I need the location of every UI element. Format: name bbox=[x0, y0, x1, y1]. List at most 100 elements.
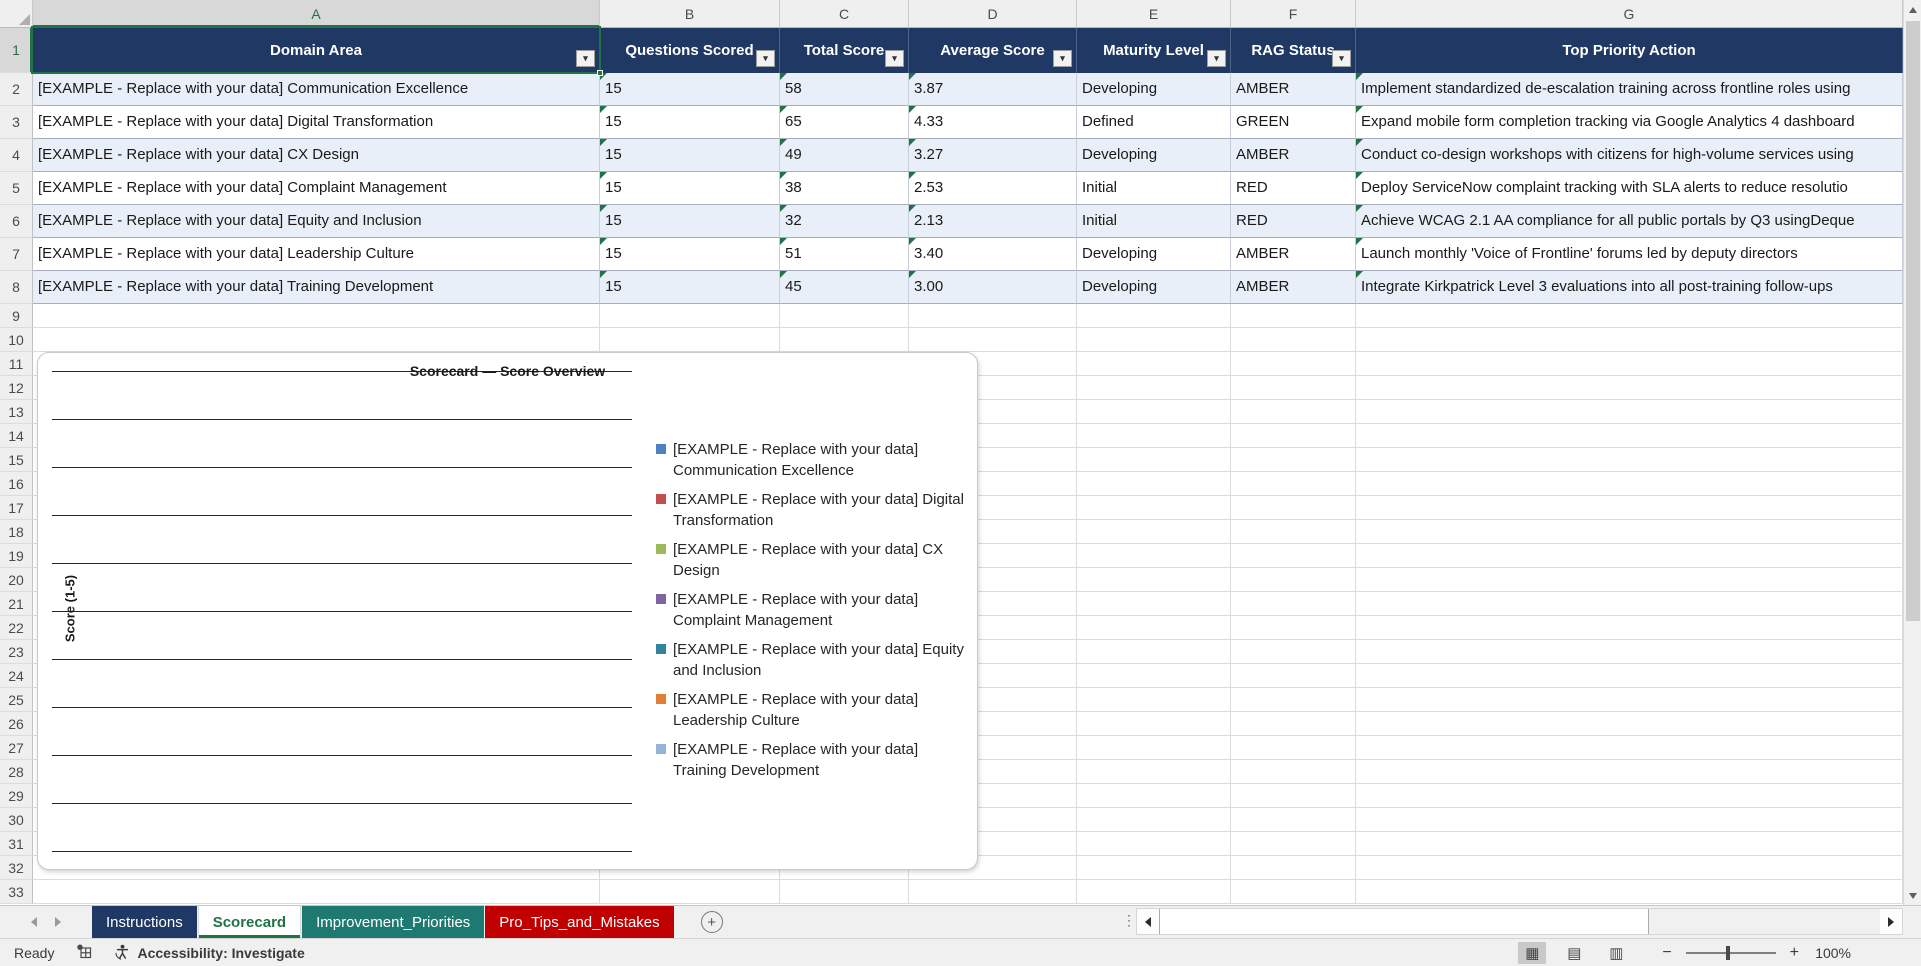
cell-G14[interactable] bbox=[1356, 424, 1903, 448]
legend-item[interactable]: [EXAMPLE - Replace with your data] CX Des… bbox=[656, 539, 978, 581]
cell-B7[interactable]: 15 bbox=[600, 238, 780, 271]
cell-E27[interactable] bbox=[1077, 736, 1231, 760]
row-number-1[interactable]: 1 bbox=[0, 28, 33, 73]
cell-F2[interactable]: AMBER bbox=[1231, 73, 1356, 106]
legend-item[interactable]: [EXAMPLE - Replace with your data] Leader… bbox=[656, 689, 978, 731]
row-number-23[interactable]: 23 bbox=[0, 640, 33, 664]
row-number-27[interactable]: 27 bbox=[0, 736, 33, 760]
cell-A4[interactable]: [EXAMPLE - Replace with your data] CX De… bbox=[33, 139, 600, 172]
row-number-17[interactable]: 17 bbox=[0, 496, 33, 520]
cell-A5[interactable]: [EXAMPLE - Replace with your data] Compl… bbox=[33, 172, 600, 205]
filter-dropdown-button[interactable]: ▾ bbox=[885, 50, 904, 67]
cell-C3[interactable]: 65 bbox=[780, 106, 909, 139]
row-number-33[interactable]: 33 bbox=[0, 880, 33, 904]
cell-D4[interactable]: 3.27 bbox=[909, 139, 1077, 172]
vertical-scroll-thumb[interactable] bbox=[1906, 21, 1920, 621]
cell-E12[interactable] bbox=[1077, 376, 1231, 400]
cell-F20[interactable] bbox=[1231, 568, 1356, 592]
cell-F4[interactable]: AMBER bbox=[1231, 139, 1356, 172]
cell-F12[interactable] bbox=[1231, 376, 1356, 400]
cell-A7[interactable]: [EXAMPLE - Replace with your data] Leade… bbox=[33, 238, 600, 271]
cell-F19[interactable] bbox=[1231, 544, 1356, 568]
cell-F25[interactable] bbox=[1231, 688, 1356, 712]
column-header-A[interactable]: A bbox=[33, 0, 600, 28]
cell-B3[interactable]: 15 bbox=[600, 106, 780, 139]
cell-F28[interactable] bbox=[1231, 760, 1356, 784]
cell-A3[interactable]: [EXAMPLE - Replace with your data] Digit… bbox=[33, 106, 600, 139]
cell-F15[interactable] bbox=[1231, 448, 1356, 472]
cell-E10[interactable] bbox=[1077, 328, 1231, 352]
cell-G22[interactable] bbox=[1356, 616, 1903, 640]
row-number-21[interactable]: 21 bbox=[0, 592, 33, 616]
column-header-D[interactable]: D bbox=[909, 0, 1077, 28]
cell-E7[interactable]: Developing bbox=[1077, 238, 1231, 271]
cell-G24[interactable] bbox=[1356, 664, 1903, 688]
legend-item[interactable]: [EXAMPLE - Replace with your data] Equit… bbox=[656, 639, 978, 681]
row-number-26[interactable]: 26 bbox=[0, 712, 33, 736]
zoom-in-button[interactable]: + bbox=[1790, 944, 1799, 961]
table-header-A[interactable]: Domain Area ▾ bbox=[33, 28, 600, 73]
cell-E31[interactable] bbox=[1077, 832, 1231, 856]
cell-C33[interactable] bbox=[780, 880, 909, 904]
cell-G31[interactable] bbox=[1356, 832, 1903, 856]
cell-A10[interactable] bbox=[33, 328, 600, 352]
cell-E13[interactable] bbox=[1077, 400, 1231, 424]
horizontal-scroll-track[interactable] bbox=[1649, 909, 1880, 934]
cell-G17[interactable] bbox=[1356, 496, 1903, 520]
cell-E29[interactable] bbox=[1077, 784, 1231, 808]
cell-B6[interactable]: 15 bbox=[600, 205, 780, 238]
cell-B33[interactable] bbox=[600, 880, 780, 904]
row-number-22[interactable]: 22 bbox=[0, 616, 33, 640]
cell-B5[interactable]: 15 bbox=[600, 172, 780, 205]
cell-G26[interactable] bbox=[1356, 712, 1903, 736]
sheet-tab-improvement_priorities[interactable]: Improvement_Priorities bbox=[302, 906, 485, 938]
column-header-G[interactable]: G bbox=[1356, 0, 1903, 28]
cell-E3[interactable]: Defined bbox=[1077, 106, 1231, 139]
cell-E11[interactable] bbox=[1077, 352, 1231, 376]
cell-E28[interactable] bbox=[1077, 760, 1231, 784]
scroll-right-button[interactable] bbox=[1880, 909, 1902, 934]
horizontal-scroll-thumb[interactable] bbox=[1159, 909, 1649, 934]
cell-F9[interactable] bbox=[1231, 304, 1356, 328]
cell-C10[interactable] bbox=[780, 328, 909, 352]
table-header-B[interactable]: Questions Scored ▾ bbox=[600, 28, 780, 73]
filter-dropdown-button[interactable]: ▾ bbox=[756, 50, 775, 67]
cell-B8[interactable]: 15 bbox=[600, 271, 780, 304]
row-number-3[interactable]: 3 bbox=[0, 106, 33, 139]
cell-D6[interactable]: 2.13 bbox=[909, 205, 1077, 238]
cell-G32[interactable] bbox=[1356, 856, 1903, 880]
cell-F11[interactable] bbox=[1231, 352, 1356, 376]
cell-C2[interactable]: 58 bbox=[780, 73, 909, 106]
cell-D10[interactable] bbox=[909, 328, 1077, 352]
row-number-10[interactable]: 10 bbox=[0, 328, 33, 352]
cell-E6[interactable]: Initial bbox=[1077, 205, 1231, 238]
row-number-5[interactable]: 5 bbox=[0, 172, 33, 205]
row-number-7[interactable]: 7 bbox=[0, 238, 33, 271]
row-number-31[interactable]: 31 bbox=[0, 832, 33, 856]
zoom-out-button[interactable]: − bbox=[1662, 944, 1671, 961]
cell-D9[interactable] bbox=[909, 304, 1077, 328]
row-number-16[interactable]: 16 bbox=[0, 472, 33, 496]
table-header-E[interactable]: Maturity Level ▾ bbox=[1077, 28, 1231, 73]
filter-dropdown-button[interactable]: ▾ bbox=[576, 50, 595, 67]
cell-G9[interactable] bbox=[1356, 304, 1903, 328]
row-number-24[interactable]: 24 bbox=[0, 664, 33, 688]
row-number-11[interactable]: 11 bbox=[0, 352, 33, 376]
cell-D3[interactable]: 4.33 bbox=[909, 106, 1077, 139]
row-number-30[interactable]: 30 bbox=[0, 808, 33, 832]
cell-F31[interactable] bbox=[1231, 832, 1356, 856]
cell-F8[interactable]: AMBER bbox=[1231, 271, 1356, 304]
cell-G16[interactable] bbox=[1356, 472, 1903, 496]
cell-B2[interactable]: 15 bbox=[600, 73, 780, 106]
cell-D33[interactable] bbox=[909, 880, 1077, 904]
row-number-25[interactable]: 25 bbox=[0, 688, 33, 712]
cell-F26[interactable] bbox=[1231, 712, 1356, 736]
row-number-29[interactable]: 29 bbox=[0, 784, 33, 808]
cell-G18[interactable] bbox=[1356, 520, 1903, 544]
row-number-6[interactable]: 6 bbox=[0, 205, 33, 238]
cell-G27[interactable] bbox=[1356, 736, 1903, 760]
next-sheet-button[interactable] bbox=[46, 906, 70, 938]
legend-item[interactable]: [EXAMPLE - Replace with your data] Compla… bbox=[656, 589, 978, 631]
cell-F5[interactable]: RED bbox=[1231, 172, 1356, 205]
cell-F7[interactable]: AMBER bbox=[1231, 238, 1356, 271]
